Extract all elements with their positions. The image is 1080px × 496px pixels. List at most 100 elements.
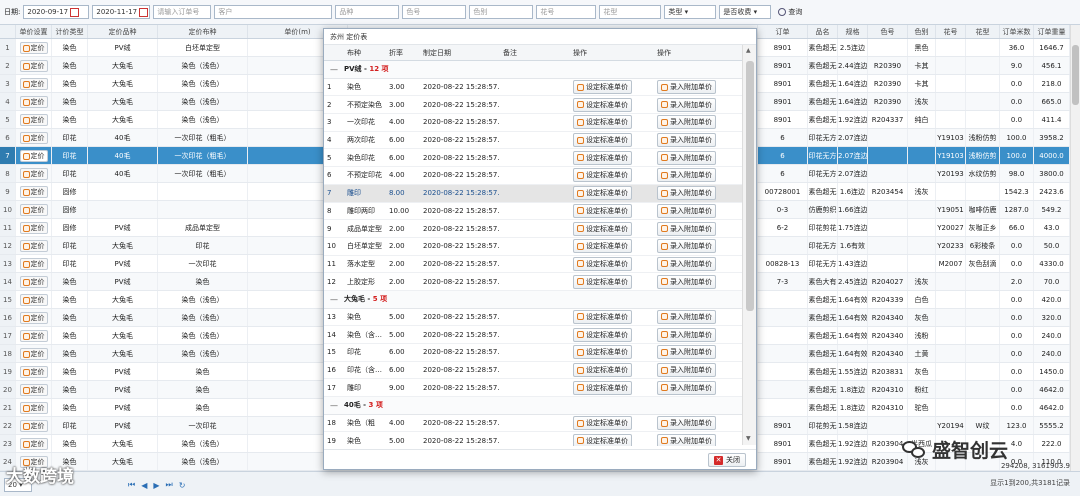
price-row[interactable]: 16 印花（含… 6.00 2020-08-22 15:28:57.1 设定标准单价 录入… [324, 362, 742, 380]
set-standard-price-button[interactable]: 设定标准单价 [573, 345, 632, 360]
set-standard-price-button[interactable]: 设定标准单价 [573, 168, 632, 183]
price-row[interactable]: 17 雕印 9.00 2020-08-22 15:28:57.1 设定标准单价 录入附加单… [324, 379, 742, 398]
set-price-button[interactable]: 定价 [19, 348, 48, 360]
enter-extra-price-button[interactable]: 录入附加单价 [657, 309, 716, 324]
price-row[interactable]: 8 雕印两印 10.00 2020-08-22 15:28:57.1 设定标准单价 录入附… [324, 203, 742, 221]
set-price-button[interactable]: 定价 [19, 114, 48, 126]
enter-extra-price-button[interactable]: 录入附加单价 [657, 97, 716, 112]
set-price-button[interactable]: 定价 [19, 168, 48, 180]
price-row[interactable]: 10 白坯单定型 2.00 2020-08-22 15:28:57.1 设定标准单价 录入… [324, 238, 742, 256]
enter-extra-price-button[interactable]: 录入附加单价 [657, 363, 716, 378]
collapse-icon[interactable]: — [324, 65, 344, 74]
price-row[interactable]: 19 染色 5.00 2020-08-22 15:28:57.1 设定标准单价 录入附加单… [324, 432, 742, 446]
enter-extra-price-button[interactable]: 录入附加单价 [657, 239, 716, 254]
set-standard-price-button[interactable]: 设定标准单价 [573, 256, 632, 271]
group-row[interactable]: — PV绒 - 12 项 [324, 61, 742, 79]
set-standard-price-button[interactable]: 设定标准单价 [573, 309, 632, 324]
enter-extra-price-button[interactable]: 录入附加单价 [657, 327, 716, 342]
set-price-button[interactable]: 定价 [19, 420, 48, 432]
last-page-icon[interactable]: ⏭ [166, 480, 173, 490]
set-standard-price-button[interactable]: 设定标准单价 [573, 416, 632, 431]
group-row[interactable]: — 大兔毛 - 5 项 [324, 290, 742, 309]
price-row[interactable]: 11 落水定型 2.00 2020-08-22 15:28:57.1 设定标准单价 录入附… [324, 256, 742, 274]
price-row[interactable]: 5 染色印花 6.00 2020-08-22 15:28:57.1 设定标准单价 录入附加… [324, 149, 742, 168]
set-price-button[interactable]: 定价 [19, 150, 48, 162]
grid-scrollbar[interactable] [1070, 25, 1080, 471]
enter-extra-price-button[interactable]: 录入附加单价 [657, 133, 716, 148]
first-page-icon[interactable]: ⏮ [128, 480, 135, 490]
enter-extra-price-button[interactable]: 录入附加单价 [657, 380, 716, 395]
pattern-no-input[interactable]: 花号 [536, 5, 597, 19]
set-price-button[interactable]: 定价 [19, 78, 48, 90]
collapse-icon[interactable]: — [324, 295, 344, 304]
set-standard-price-button[interactable]: 设定标准单价 [573, 115, 632, 130]
price-row[interactable]: 13 染色 5.00 2020-08-22 15:28:57.1 设定标准单价 录入附加单… [324, 309, 742, 327]
set-price-button[interactable]: 定价 [19, 240, 48, 252]
set-price-button[interactable]: 定价 [19, 60, 48, 72]
refresh-icon[interactable]: ↻ [179, 481, 186, 490]
pattern-input[interactable]: 花型 [599, 5, 662, 19]
enter-extra-price-button[interactable]: 录入附加单价 [657, 433, 716, 446]
charge-select[interactable]: 是否收费 ▾ [719, 5, 772, 19]
order-no-input[interactable]: 请输入订单号 [153, 5, 212, 19]
set-standard-price-button[interactable]: 设定标准单价 [573, 363, 632, 378]
set-standard-price-button[interactable]: 设定标准单价 [573, 380, 632, 395]
enter-extra-price-button[interactable]: 录入附加单价 [657, 345, 716, 360]
set-price-button[interactable]: 定价 [19, 330, 48, 342]
set-standard-price-button[interactable]: 设定标准单价 [573, 186, 632, 201]
color-no-input[interactable]: 色号 [402, 5, 467, 19]
enter-extra-price-button[interactable]: 录入附加单价 [657, 186, 716, 201]
enter-extra-price-button[interactable]: 录入附加单价 [657, 168, 716, 183]
set-price-button[interactable]: 定价 [19, 186, 48, 198]
set-price-button[interactable]: 定价 [19, 222, 48, 234]
set-standard-price-button[interactable]: 设定标准单价 [573, 97, 632, 112]
enter-extra-price-button[interactable]: 录入附加单价 [657, 150, 716, 165]
price-row[interactable]: 9 成品单定型 2.00 2020-08-22 15:28:57.1 设定标准单价 录入附… [324, 220, 742, 238]
prev-page-icon[interactable]: ◀ [141, 481, 147, 490]
enter-extra-price-button[interactable]: 录入附加单价 [657, 416, 716, 431]
price-row[interactable]: 2 不预定染色 3.00 2020-08-22 15:28:57.1 设定标准单价 录入附… [324, 96, 742, 115]
scroll-up-icon[interactable]: ▲ [746, 47, 751, 54]
price-row[interactable]: 18 染色（粗 4.00 2020-08-22 15:28:57.1 设定标准单价 录入附… [324, 415, 742, 433]
set-standard-price-button[interactable]: 设定标准单价 [573, 133, 632, 148]
set-standard-price-button[interactable]: 设定标准单价 [573, 327, 632, 342]
search-button[interactable]: 查询 [774, 5, 806, 19]
set-price-button[interactable]: 定价 [19, 132, 48, 144]
set-price-button[interactable]: 定价 [19, 96, 48, 108]
set-price-button[interactable]: 定价 [19, 294, 48, 306]
customer-input[interactable]: 客户 [214, 5, 333, 19]
enter-extra-price-button[interactable]: 录入附加单价 [657, 80, 716, 95]
price-row[interactable]: 1 染色 3.00 2020-08-22 15:28:57.1 设定标准单价 录入附加单价 [324, 79, 742, 97]
calendar-icon[interactable] [139, 7, 149, 17]
color-type-input[interactable]: 色别 [469, 5, 534, 19]
date-from-input[interactable]: 2020-09-17 [23, 5, 90, 19]
set-price-button[interactable]: 定价 [19, 312, 48, 324]
set-price-button[interactable]: 定价 [19, 366, 48, 378]
set-price-button[interactable]: 定价 [19, 402, 48, 414]
enter-extra-price-button[interactable]: 录入附加单价 [657, 221, 716, 236]
group-row[interactable]: —40毛 - 3 项 [324, 397, 742, 415]
set-standard-price-button[interactable]: 设定标准单价 [573, 203, 632, 218]
enter-extra-price-button[interactable]: 录入附加单价 [657, 274, 716, 289]
enter-extra-price-button[interactable]: 录入附加单价 [657, 256, 716, 271]
price-row[interactable]: 7 雕印 8.00 2020-08-22 15:28:57.1 设定标准单价 录入附加单价 [324, 184, 742, 203]
type-select[interactable]: 类型 ▾ [664, 5, 717, 19]
price-row[interactable]: 4 两次印花 6.00 2020-08-22 15:28:57.1 设定标准单价 录入附加… [324, 132, 742, 150]
set-price-button[interactable]: 定价 [19, 438, 48, 450]
set-price-button[interactable]: 定价 [19, 384, 48, 396]
price-row[interactable]: 15 印花 6.00 2020-08-22 15:28:57.1 设定标准单价 录入附加单… [324, 344, 742, 362]
price-row[interactable]: 12 上胶定形 2.00 2020-08-22 15:28:57.1 设定标准单价 录入附… [324, 273, 742, 291]
next-page-icon[interactable]: ▶ [153, 481, 159, 490]
set-standard-price-button[interactable]: 设定标准单价 [573, 150, 632, 165]
set-standard-price-button[interactable]: 设定标准单价 [573, 433, 632, 446]
price-row[interactable]: 14 染色（含… 5.00 2020-08-22 15:28:57.1 设定标准单价 录入… [324, 326, 742, 344]
price-row[interactable]: 6 不预定印花 4.00 2020-08-22 15:28:57.1 设定标准单价 录入附… [324, 167, 742, 185]
set-price-button[interactable]: 定价 [19, 276, 48, 288]
collapse-icon[interactable]: — [324, 401, 344, 410]
calendar-icon[interactable] [70, 7, 80, 17]
set-price-button[interactable]: 定价 [19, 258, 48, 270]
price-row[interactable]: 3 一次印花 4.00 2020-08-22 15:28:57.1 设定标准单价 录入附加… [324, 114, 742, 132]
set-price-button[interactable]: 定价 [19, 204, 48, 216]
set-standard-price-button[interactable]: 设定标准单价 [573, 239, 632, 254]
scroll-down-icon[interactable]: ▼ [746, 435, 751, 442]
